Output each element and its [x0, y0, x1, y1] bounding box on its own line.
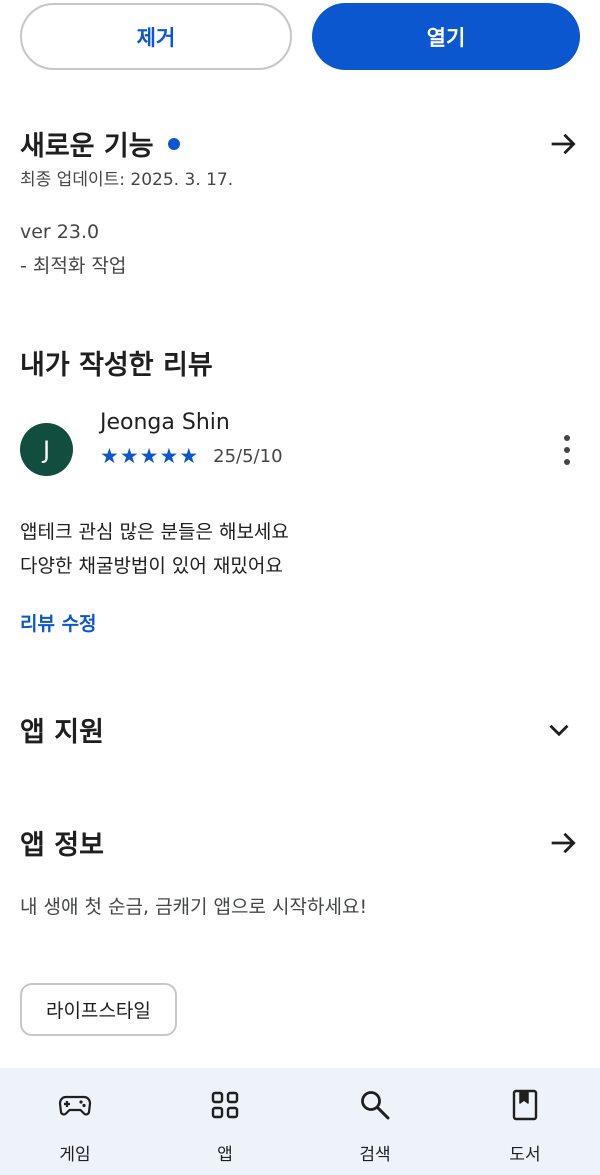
star-icon: ★ — [139, 444, 159, 468]
my-review-header: 내가 작성한 리뷰 — [20, 343, 580, 382]
app-info-header[interactable]: 앱 정보 — [20, 823, 580, 862]
kebab-dot — [564, 447, 570, 453]
review-text-line: 앱테크 관심 많은 분들은 해보세요 — [20, 521, 289, 543]
new-indicator-dot — [167, 137, 180, 150]
last-updated: 최종 업데이트: 2025. 3. 17. — [20, 170, 234, 190]
review-body: 앱테크 관심 많은 분들은 해보세요 다양한 채굴방법이 있어 재밌어요 — [20, 515, 289, 583]
action-buttons: 제거 열기 — [20, 3, 580, 70]
arrow-right-icon[interactable] — [546, 127, 580, 161]
book-icon — [512, 1089, 538, 1121]
nav-label: 앱 — [217, 1145, 233, 1165]
apps-grid-icon — [211, 1091, 239, 1119]
gamepad-icon — [58, 1095, 92, 1116]
nav-item-games[interactable]: 게임 — [0, 1068, 150, 1175]
star-icon: ★ — [100, 444, 119, 468]
star-icon: ★ — [159, 444, 179, 468]
whats-new-header[interactable]: 새로운 기능 — [20, 124, 580, 163]
app-description: 내 생애 첫 순금, 금캐기 앱으로 시작하세요! — [20, 896, 368, 918]
app-info-title: 앱 정보 — [20, 830, 104, 861]
release-notes: - 최적화 작업 — [20, 255, 127, 277]
avatar: J — [20, 423, 73, 476]
arrow-right-icon[interactable] — [546, 826, 580, 860]
my-review-title: 내가 작성한 리뷰 — [20, 350, 213, 381]
star-icon: ★ — [119, 444, 139, 468]
version-text: ver 23.0 — [20, 221, 100, 243]
remove-button[interactable]: 제거 — [20, 3, 292, 70]
star-icon: ★ — [179, 444, 199, 468]
category-chip[interactable]: 라이프스타일 — [20, 983, 177, 1036]
search-icon — [361, 1091, 390, 1120]
nav-label: 도서 — [509, 1145, 541, 1165]
app-support-title: 앱 지원 — [20, 717, 104, 748]
chevron-down-icon[interactable] — [542, 713, 576, 747]
more-options-icon[interactable] — [560, 435, 574, 465]
whats-new-title: 새로운 기능 — [20, 131, 154, 162]
nav-label: 게임 — [59, 1145, 91, 1165]
nav-item-books[interactable]: 도서 — [450, 1068, 600, 1175]
app-support-header[interactable]: 앱 지원 — [20, 710, 580, 749]
review-date: 25/5/10 — [213, 445, 283, 467]
kebab-dot — [564, 459, 570, 465]
nav-item-search[interactable]: 검색 — [300, 1068, 450, 1175]
review-text-line: 다양한 채굴방법이 있어 재밌어요 — [20, 555, 283, 577]
rating-stars: ★ ★ ★ ★ ★ 25/5/10 — [100, 445, 283, 467]
nav-label: 검색 — [359, 1145, 391, 1165]
bottom-nav: 게임 앱 검색 도서 — [0, 1068, 600, 1175]
nav-item-apps[interactable]: 앱 — [150, 1068, 300, 1175]
kebab-dot — [564, 435, 570, 441]
whats-new-title-wrap: 새로운 기능 — [20, 124, 180, 163]
reviewer-name: Jeonga Shin — [100, 410, 230, 435]
open-button[interactable]: 열기 — [312, 3, 580, 70]
edit-review-link[interactable]: 리뷰 수정 — [20, 609, 97, 636]
